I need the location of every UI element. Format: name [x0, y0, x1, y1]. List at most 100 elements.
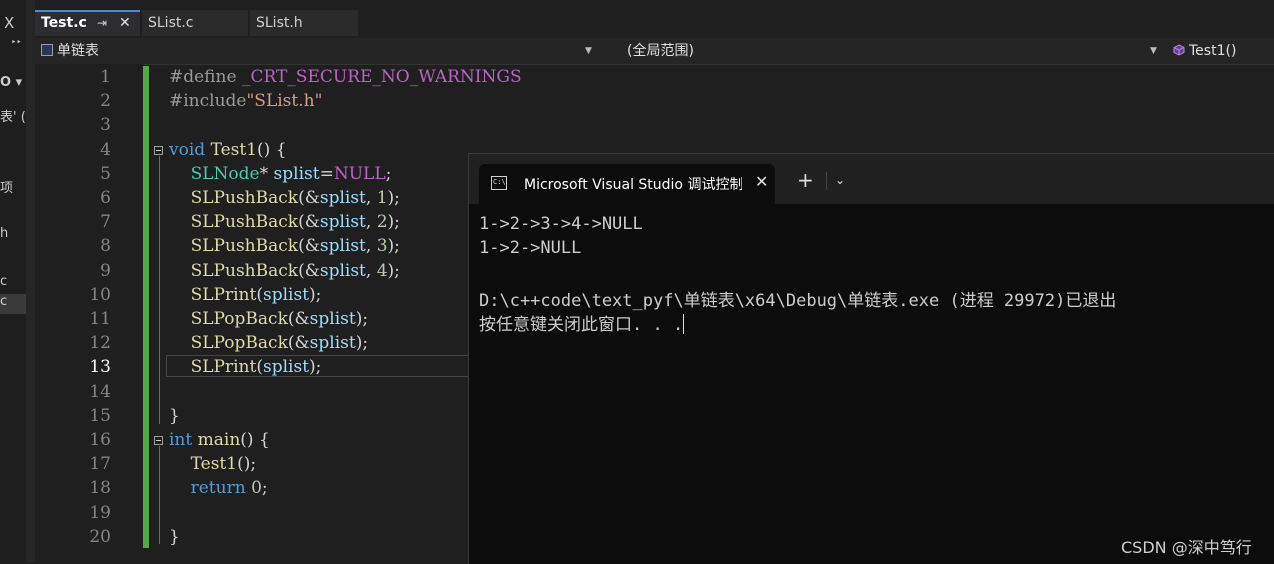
line-number: 19 [89, 502, 111, 523]
console-output-line: D:\c++code\text_pyf\单链表\x64\Debug\单链表.ex… [479, 291, 1117, 311]
code-editor[interactable]: #define _CRT_SECURE_NO_WARNINGS #include"… [149, 64, 522, 563]
code-line: } [169, 406, 180, 426]
code-token: 1 [376, 188, 388, 208]
code-line: int main() { [169, 430, 270, 450]
watermark: CSDN @深中笃行 [1121, 538, 1252, 557]
code-token: ); [387, 188, 400, 208]
line-number: 6 [100, 188, 111, 208]
code-token: NULL [333, 163, 386, 184]
line-number: 10 [89, 284, 111, 305]
left-panel-item[interactable]: h [0, 226, 26, 241]
tab-label: Test.c [41, 15, 87, 31]
left-panel-item[interactable]: c [0, 274, 26, 289]
code-token: = [319, 163, 334, 184]
code-token: 2 [376, 212, 388, 233]
line-number: 8 [100, 236, 111, 257]
console-output-line: 1->2->NULL [479, 238, 582, 258]
line-number: 2 [100, 91, 111, 112]
text-cursor [683, 314, 685, 334]
console-titlebar: C:\ Microsoft Visual Studio 调试控制台 ✕ + ⌄ [469, 154, 1274, 204]
line-number: 14 [89, 381, 111, 402]
document-tab-bar: Test.c ⇥ ✕ SList.c SList.h [35, 10, 1274, 36]
function-dropdown[interactable]: Test1() [1173, 40, 1273, 62]
chevron-down-icon[interactable]: ▼ [585, 40, 592, 62]
code-token: () { [257, 139, 287, 160]
left-panel-item[interactable]: 项 [0, 177, 26, 196]
console-output-line: 按任意键关闭此窗口. . . [479, 310, 685, 335]
left-panel-dropdown[interactable]: O ▾ [0, 75, 26, 90]
line-number: 4 [100, 139, 111, 160]
left-panel: X ‣‣ O ▾ 表' (1 项 h c c [0, 0, 27, 563]
code-token: , [365, 212, 377, 233]
code-token: splist [319, 188, 366, 208]
chevron-down-icon[interactable]: ⌄ [835, 170, 845, 190]
splitter[interactable] [26, 0, 35, 563]
tab-test-c[interactable]: Test.c ⇥ ✕ [35, 10, 140, 36]
code-token: int [169, 430, 193, 450]
code-token: SLPushBack [190, 212, 299, 233]
line-number: 11 [89, 309, 111, 329]
code-token: (& [298, 236, 320, 257]
code-token: Test1 [190, 454, 238, 475]
code-line: void Test1() { [169, 140, 287, 160]
console-icon: C:\ [491, 176, 507, 190]
code-line: return 0; [169, 478, 268, 498]
code-line: SLPrint(splist); [169, 357, 322, 378]
tab-label: SList.h [256, 15, 303, 31]
code-token: main [197, 430, 241, 450]
code-token: splist [262, 357, 310, 378]
fold-guide [159, 156, 160, 424]
console-tab[interactable]: C:\ Microsoft Visual Studio 调试控制台 ✕ [479, 164, 775, 204]
line-number: 15 [89, 405, 111, 426]
code-token: SLPrint [190, 284, 257, 305]
tab-slist-c[interactable]: SList.c [142, 10, 248, 36]
code-token: SLPushBack [190, 236, 299, 257]
tab-slist-h[interactable]: SList.h [250, 10, 358, 36]
code-token: #define [169, 67, 242, 87]
code-token: ( [256, 357, 263, 378]
code-line: Test1(); [169, 454, 256, 474]
left-panel-item[interactable]: 表' (1 [0, 106, 26, 125]
code-token: ); [309, 357, 322, 378]
close-icon[interactable]: ✕ [119, 12, 131, 34]
code-token: ; [261, 478, 268, 499]
debug-console-window[interactable]: C:\ Microsoft Visual Studio 调试控制台 ✕ + ⌄ … [468, 153, 1274, 564]
code-line: SLNode* splist=NULL; [169, 163, 392, 184]
code-line: SLPushBack(&splist, 1); [169, 188, 400, 208]
code-token: ; [385, 163, 392, 184]
line-number-gutter: 1 2 3 4 5 6 7 8 9 10 11 12 13 14 15 16 17 18 19 20 [35, 64, 143, 563]
scope-name: (全局范围) [627, 43, 694, 59]
code-token: , [365, 260, 377, 281]
pin-icon[interactable]: ⇥ [97, 12, 107, 34]
chevron-down-icon[interactable]: ▼ [1150, 40, 1157, 62]
code-token: SLNode [190, 163, 260, 184]
close-icon[interactable]: ✕ [755, 172, 768, 191]
line-number: 18 [89, 478, 111, 499]
scope-dropdown[interactable]: (全局范围) [627, 40, 1157, 62]
code-token: _CRT_SECURE_NO_WARNINGS [241, 67, 522, 87]
code-token: (); [237, 454, 257, 475]
new-tab-button[interactable]: + [797, 170, 814, 190]
code-token: 3 [376, 236, 388, 257]
line-number: 17 [89, 454, 111, 475]
code-token: splist [319, 260, 366, 281]
code-token: splist [273, 163, 320, 184]
fold-toggle-icon[interactable] [154, 146, 163, 155]
fold-toggle-icon[interactable] [154, 436, 163, 445]
code-token: splist [309, 309, 356, 329]
left-panel-item-selected[interactable]: c [0, 294, 26, 314]
code-token: return [190, 478, 246, 499]
code-token: (& [298, 260, 320, 281]
code-token: SLPushBack [190, 260, 299, 281]
code-token: SLPopBack [190, 333, 288, 354]
code-token: ); [355, 333, 369, 354]
code-token: (& [287, 309, 310, 329]
line-number: 16 [89, 430, 111, 450]
project-dropdown[interactable]: 单链表 [41, 40, 597, 62]
code-line: SLPrint(splist); [169, 284, 322, 305]
